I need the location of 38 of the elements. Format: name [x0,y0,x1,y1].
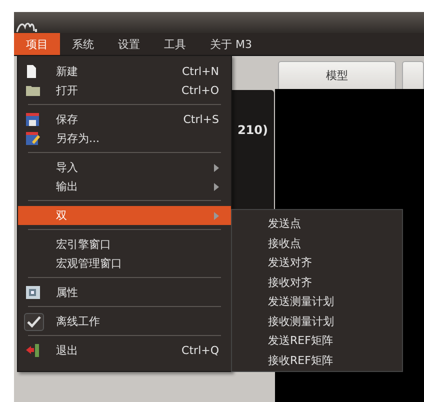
menu-item[interactable]: 接收对齐 [268,272,402,292]
menu-bar-item[interactable]: 关于 M3 [198,33,264,55]
menu-item[interactable]: 属性 [18,283,231,302]
menu-item[interactable]: 保存 Ctrl+S [18,110,231,129]
menu-bar-item[interactable]: 工具 [152,33,198,55]
menu-item[interactable]: 新建 Ctrl+N [18,62,231,81]
panel-text: 210) [237,123,268,137]
menu-item[interactable]: 接收测量计划 [268,312,402,331]
exit-icon [26,344,40,357]
menu-item[interactable]: 发送对齐 [268,253,402,272]
logo-icon [16,21,38,33]
document-icon [26,65,37,78]
folder-icon [26,85,40,96]
menu-item[interactable]: 接收REF矩阵 [268,350,402,370]
submenu-arrow-icon [214,164,219,172]
menu-item[interactable]: 双 [18,206,231,225]
floppy-pencil-icon [26,132,40,145]
checkbox[interactable] [24,312,44,330]
properties-icon [26,286,40,299]
menu-item[interactable]: 发送点 [268,214,402,234]
menu-bar-item[interactable]: 系统 [60,33,106,55]
menu-item[interactable]: 退出 Ctrl+Q [18,341,231,360]
menu-item[interactable]: 另存为... [18,129,231,148]
menu-bar-item[interactable]: 设置 [106,33,152,55]
menu-item[interactable]: 宏观管理窗口 [18,254,231,273]
menu-item[interactable]: 输出 [18,177,231,196]
floppy-icon [26,113,39,126]
menu-item[interactable]: 发送REF矩阵 [268,331,402,350]
menu-item[interactable]: 导入 [18,158,231,177]
submenu-arrow-icon [214,212,219,220]
menu-bar-item[interactable]: 项目 [14,33,60,55]
submenu-arrow-icon [214,182,219,190]
menu-item[interactable]: 离线工作 [18,312,231,331]
menu-item[interactable]: 打开 Ctrl+O [18,81,231,100]
menu-item[interactable]: 发送测量计划 [268,292,402,312]
menu-item[interactable]: 宏引擎窗口 [18,235,231,254]
menu-item[interactable]: 接收点 [268,234,402,253]
tab[interactable]: 模型 [278,61,396,89]
